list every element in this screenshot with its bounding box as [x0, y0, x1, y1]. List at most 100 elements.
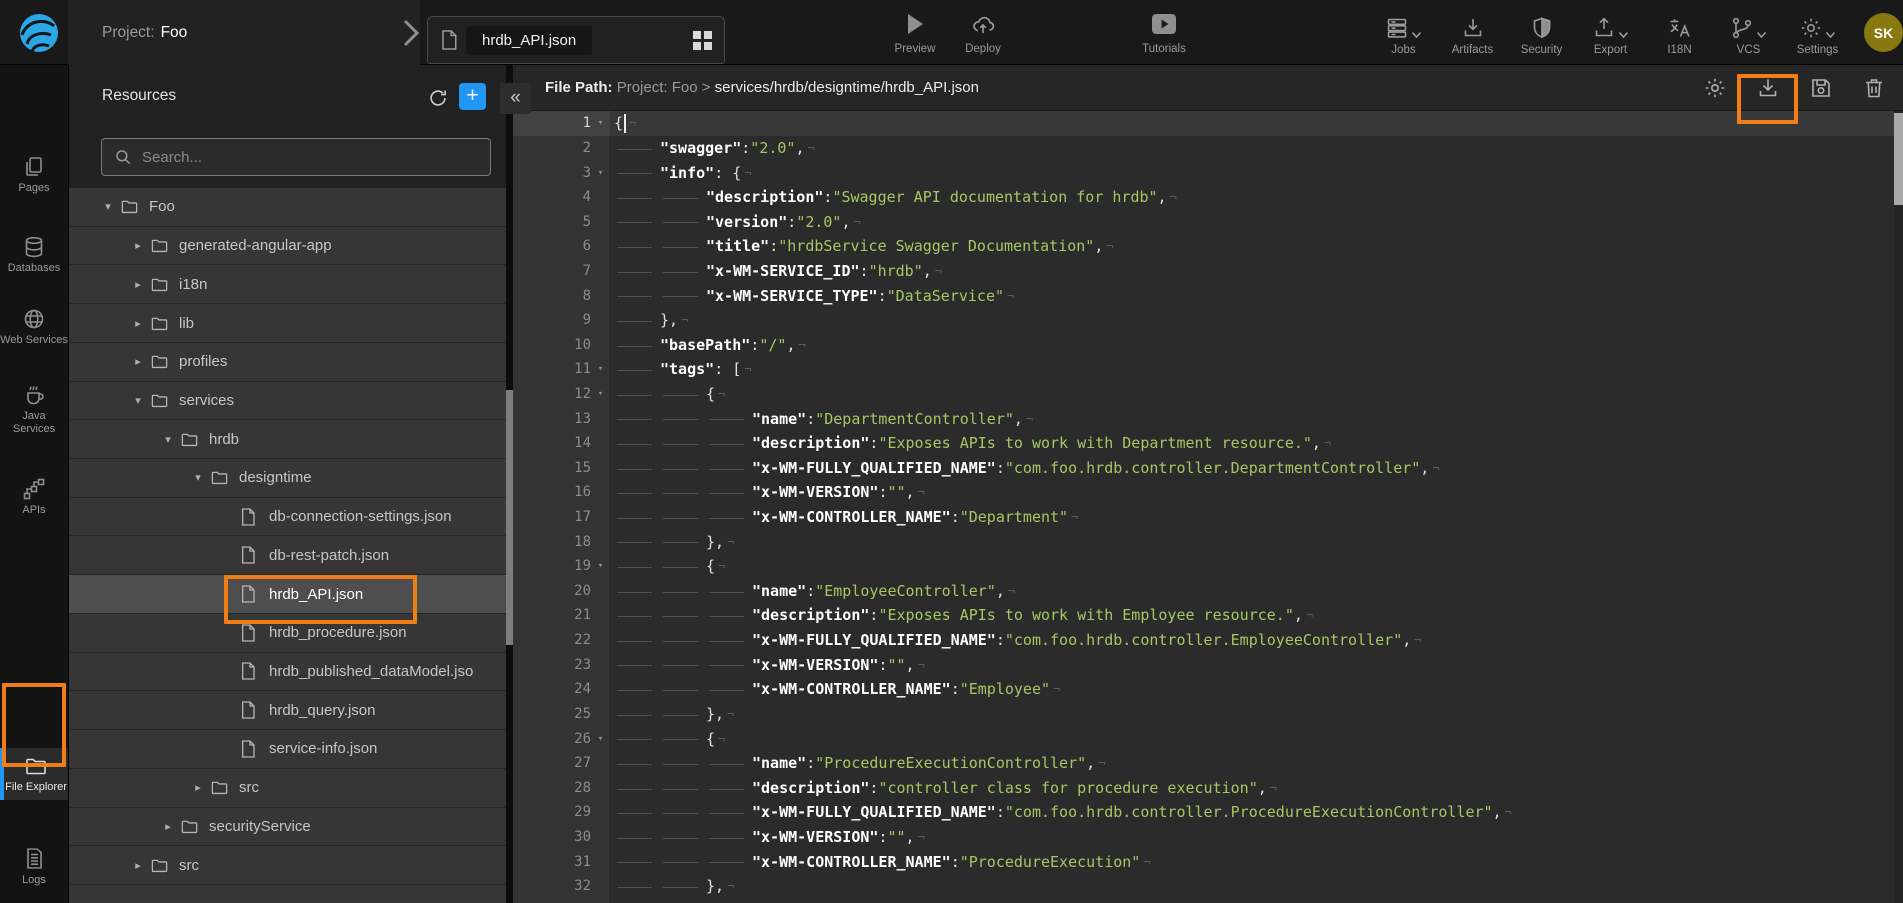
code-line-15[interactable]: 15"x-WM-FULLY_QUALIFIED_NAME": "com.foo.…	[513, 456, 1894, 481]
code-line-28[interactable]: 28"description": "controller class for p…	[513, 775, 1894, 800]
code-line-9[interactable]: 9},¬	[513, 308, 1894, 333]
code-line-11[interactable]: 11▾"tags": [¬	[513, 357, 1894, 382]
caret-collapsed-icon[interactable]: ▸	[126, 859, 150, 872]
sidebar-item-java-services[interactable]: Java Services	[0, 377, 68, 442]
menu-i18n[interactable]: I18N	[1645, 0, 1714, 65]
caret-expanded-icon[interactable]: ▾	[156, 433, 180, 446]
fold-toggle-icon[interactable]: ▾	[591, 118, 610, 128]
avatar[interactable]: SK	[1864, 13, 1903, 52]
editor-settings-button[interactable]	[1702, 75, 1728, 101]
code-line-19[interactable]: 19▾{¬	[513, 554, 1894, 579]
tree-row-i18n[interactable]: ▸i18n	[69, 265, 506, 304]
code-line-26[interactable]: 26▾{¬	[513, 726, 1894, 751]
tree-row-profiles[interactable]: ▸profiles	[69, 343, 506, 382]
code-line-8[interactable]: 8"x-WM-SERVICE_TYPE": "DataService"¬	[513, 283, 1894, 308]
menu-security[interactable]: Security	[1507, 0, 1576, 65]
caret-expanded-icon[interactable]: ▾	[126, 394, 150, 407]
tree-row-services[interactable]: ▾services	[69, 382, 506, 421]
tree-row-hrdb-api-json[interactable]: hrdb_API.json	[69, 575, 506, 614]
tree-row-hrdb-published-datamodel-jso[interactable]: hrdb_published_dataModel.jso	[69, 653, 506, 692]
fold-toggle-icon[interactable]: ▾	[591, 561, 610, 571]
caret-expanded-icon[interactable]: ▾	[96, 200, 120, 213]
tree-row-db-rest-patch-json[interactable]: db-rest-patch.json	[69, 536, 506, 575]
code-line-16[interactable]: 16"x-WM-VERSION": "",¬	[513, 480, 1894, 505]
sidebar-item-apis[interactable]: APIs	[0, 471, 68, 523]
code-line-3[interactable]: 3▾"info": {¬	[513, 160, 1894, 185]
sidebar-item-logs[interactable]: Logs	[0, 841, 68, 893]
menu-settings[interactable]: Settings	[1783, 0, 1852, 65]
tree-row-src[interactable]: ▸src	[69, 769, 506, 808]
tree-row-hrdb[interactable]: ▾hrdb	[69, 420, 506, 459]
code-line-1[interactable]: 1▾{¬	[513, 111, 1894, 136]
open-file-tab[interactable]: hrdb_API.json	[427, 16, 725, 64]
code-line-17[interactable]: 17"x-WM-CONTROLLER_NAME": "Department"¬	[513, 505, 1894, 530]
fold-toggle-icon[interactable]: ▾	[591, 364, 610, 374]
caret-collapsed-icon[interactable]: ▸	[126, 239, 150, 252]
download-file-button[interactable]	[1755, 75, 1781, 101]
sidebar-item-web-services[interactable]: Web Services	[0, 301, 68, 353]
tree-row-db-connection-settings-json[interactable]: db-connection-settings.json	[69, 498, 506, 537]
code-line-4[interactable]: 4"description": "Swagger API documentati…	[513, 185, 1894, 210]
code-line-27[interactable]: 27"name": "ProcedureExecutionController"…	[513, 751, 1894, 776]
caret-collapsed-icon[interactable]: ▸	[126, 278, 150, 291]
tree-row-generated-angular-app[interactable]: ▸generated-angular-app	[69, 227, 506, 266]
app-logo[interactable]	[10, 4, 68, 62]
search-input[interactable]	[142, 149, 478, 166]
fold-toggle-icon[interactable]: ▾	[591, 389, 610, 399]
menu-jobs[interactable]: Jobs	[1369, 0, 1438, 65]
editor-scrollbar-thumb[interactable]	[1894, 113, 1903, 205]
deploy-button[interactable]: Deploy	[953, 10, 1013, 55]
caret-collapsed-icon[interactable]: ▸	[156, 820, 180, 833]
fold-toggle-icon[interactable]: ▾	[591, 734, 610, 744]
code-line-25[interactable]: 25},¬	[513, 702, 1894, 727]
code-line-5[interactable]: 5"version": "2.0",¬	[513, 209, 1894, 234]
code-line-23[interactable]: 23"x-WM-VERSION": "",¬	[513, 652, 1894, 677]
menu-export[interactable]: Export	[1576, 0, 1645, 65]
tree-row-hrdb-query-json[interactable]: hrdb_query.json	[69, 691, 506, 730]
code-line-14[interactable]: 14"description": "Exposes APIs to work w…	[513, 431, 1894, 456]
caret-expanded-icon[interactable]: ▾	[186, 471, 210, 484]
code-line-24[interactable]: 24"x-WM-CONTROLLER_NAME": "Employee"¬	[513, 677, 1894, 702]
tutorials-button[interactable]: Tutorials	[1126, 10, 1202, 55]
sidebar-item-file-explorer[interactable]: File Explorer	[0, 748, 68, 800]
code-line-22[interactable]: 22"x-WM-FULLY_QUALIFIED_NAME": "com.foo.…	[513, 628, 1894, 653]
caret-collapsed-icon[interactable]: ▸	[126, 355, 150, 368]
collapse-panel-button[interactable]: «	[500, 83, 531, 114]
code-line-2[interactable]: 2"swagger": "2.0",¬	[513, 136, 1894, 161]
tree-row-securityservice[interactable]: ▸securityService	[69, 808, 506, 847]
code-line-18[interactable]: 18},¬	[513, 529, 1894, 554]
code-line-30[interactable]: 30"x-WM-VERSION": "",¬	[513, 825, 1894, 850]
code-line-31[interactable]: 31"x-WM-CONTROLLER_NAME": "ProcedureExec…	[513, 849, 1894, 874]
code-line-12[interactable]: 12▾{¬	[513, 382, 1894, 407]
save-file-button[interactable]	[1808, 75, 1834, 101]
code-line-32[interactable]: 32},¬	[513, 874, 1894, 899]
tree-row-hrdb-procedure-json[interactable]: hrdb_procedure.json	[69, 614, 506, 653]
sidebar-item-databases[interactable]: Databases	[0, 229, 68, 281]
code-line-21[interactable]: 21"description": "Exposes APIs to work w…	[513, 603, 1894, 628]
add-resource-button[interactable]: +	[459, 83, 486, 110]
grid-icon[interactable]	[693, 31, 712, 50]
caret-collapsed-icon[interactable]: ▸	[186, 781, 210, 794]
tree-row-lib[interactable]: ▸lib	[69, 304, 506, 343]
refresh-icon[interactable]	[425, 85, 451, 111]
code-line-6[interactable]: 6"title": "hrdbService Swagger Documenta…	[513, 234, 1894, 259]
code-line-29[interactable]: 29"x-WM-FULLY_QUALIFIED_NAME": "com.foo.…	[513, 800, 1894, 825]
delete-file-button[interactable]	[1861, 75, 1887, 101]
tree-row-service-info-json[interactable]: service-info.json	[69, 730, 506, 769]
tree-row-src[interactable]: ▸src	[69, 846, 506, 885]
caret-collapsed-icon[interactable]: ▸	[126, 317, 150, 330]
sidebar-item-pages[interactable]: Pages	[0, 149, 68, 201]
code-area[interactable]: 1▾{¬2"swagger": "2.0",¬3▾"info": {¬4"des…	[513, 111, 1894, 903]
fold-toggle-icon[interactable]: ▾	[591, 168, 610, 178]
menu-artifacts[interactable]: Artifacts	[1438, 0, 1507, 65]
menu-vcs[interactable]: VCS	[1714, 0, 1783, 65]
code-line-7[interactable]: 7"x-WM-SERVICE_ID": "hrdb",¬	[513, 259, 1894, 284]
code-line-13[interactable]: 13"name": "DepartmentController",¬	[513, 406, 1894, 431]
code-line-20[interactable]: 20"name": "EmployeeController",¬	[513, 579, 1894, 604]
preview-button[interactable]: Preview	[886, 10, 944, 55]
tree-row-designtime[interactable]: ▾designtime	[69, 459, 506, 498]
code-line-10[interactable]: 10"basePath": "/",¬	[513, 332, 1894, 357]
panel-scrollbar[interactable]	[506, 390, 513, 645]
tree-row-foo[interactable]: ▾Foo	[69, 188, 506, 227]
token-k: "x-WM-VERSION"	[752, 483, 878, 501]
